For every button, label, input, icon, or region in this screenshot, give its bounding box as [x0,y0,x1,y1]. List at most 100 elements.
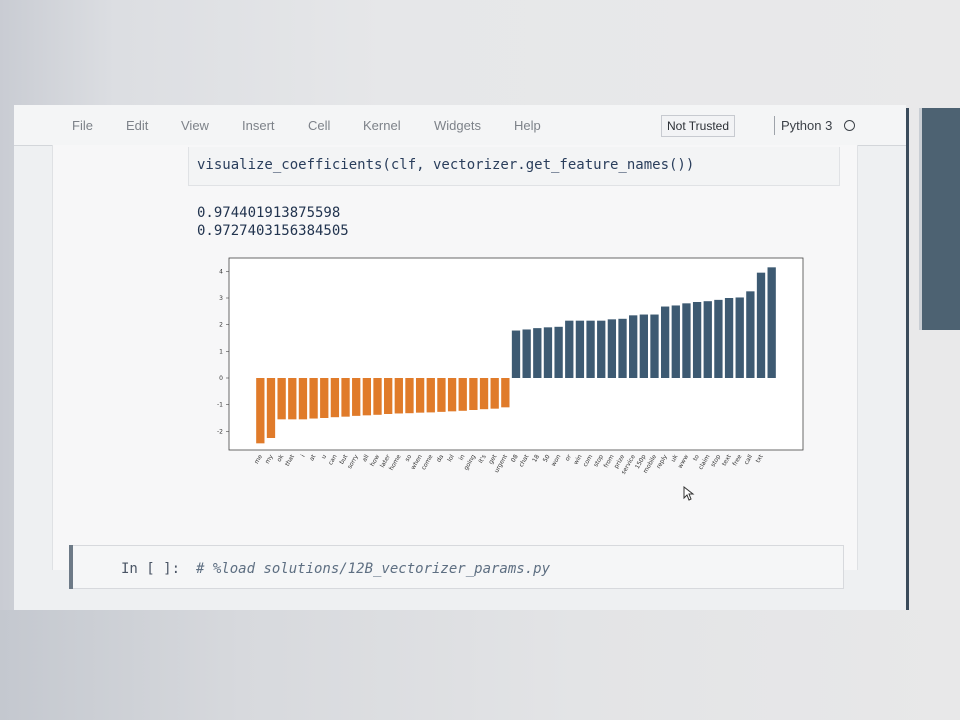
x-tick-label: my [264,453,275,465]
kernel-idle-circle-icon [844,120,855,131]
x-tick-label: at [308,453,317,462]
coefficient-bar [373,378,382,415]
x-tick-label: so [404,453,414,463]
coefficient-bar [330,378,340,418]
trust-status-badge[interactable]: Not Trusted [661,115,736,137]
coefficient-bar [586,320,595,378]
x-tick-label: lol [446,453,456,463]
input-cell[interactable]: In [ ]: # %load solutions/12B_vectorizer… [69,545,844,589]
coefficient-bar [437,378,446,412]
menu-cell[interactable]: Cell [308,118,330,133]
coefficient-bar [458,378,467,411]
x-tick-label: can [327,453,339,466]
x-tick-label: da [435,453,445,463]
coefficient-bar [320,378,329,418]
y-tick-label: 1 [219,348,223,355]
coefficient-bar [469,378,478,410]
coefficient-bar [352,378,361,416]
coefficient-bar [703,301,712,378]
x-tick-label: come [420,453,434,471]
coefficient-bar [597,320,606,378]
x-tick-label: call [743,453,754,466]
coefficient-bar [256,378,265,444]
code-cell-source[interactable]: visualize_coefficients(clf, vectorizer.g… [197,157,694,173]
x-tick-label: me [253,453,264,465]
menu-help[interactable]: Help [514,118,541,133]
coefficient-bar [522,329,531,378]
coefficient-bar [277,378,286,420]
coefficient-bar [767,267,776,378]
x-tick-label: or [564,453,573,462]
side-window-panel [922,108,960,330]
coefficient-bar [714,299,723,378]
coefficients-chart: 4 3 2 1 0 -1 -2 me my ok that i at u can but sorry all how… [193,252,833,492]
coefficient-bar [384,378,393,414]
coefficient-bar [288,378,297,420]
coefficient-bar [660,306,670,378]
coefficient-bar [341,378,350,417]
output-score-test: 0.9727403156384505 [197,223,349,239]
window-frame-edge [906,108,909,610]
x-tick-label: claim [697,453,711,471]
x-tick-label: it's [477,454,487,465]
menu-kernel[interactable]: Kernel [363,118,401,133]
kernel-name: Python 3 [781,118,833,133]
y-tick-label: 3 [219,295,223,302]
coefficient-bar [629,315,638,378]
coefficient-bar [415,378,425,413]
x-tick-label: all [361,453,371,463]
x-tick-label: won [550,453,562,467]
coefficient-bar [607,319,617,378]
input-cell-source[interactable]: # %load solutions/12B_vectorizer_params.… [196,561,550,577]
coefficient-bar [298,378,308,420]
menubar: File Edit View Insert Cell Kernel Widget… [14,105,906,146]
x-tick-label: txt [755,453,766,464]
input-prompt: In [ ]: [121,561,181,577]
x-tick-label: reply [655,453,669,470]
coefficient-bar [554,326,563,378]
x-tick-label: in [458,453,467,461]
x-tick-label: that [284,453,296,468]
x-tick-label: to [692,453,701,462]
coefficient-bar [309,378,318,419]
coefficient-bar [405,378,414,414]
x-tick-label: sorry [346,453,360,470]
coefficient-bar [756,272,766,378]
mouse-cursor-icon [683,486,695,501]
coefficient-bar [511,330,521,378]
coefficient-bar [362,378,372,416]
coefficient-bar [490,378,499,409]
coefficients-bar-chart: 43210-1-2me my okthat i at u can butsorry allhow… [217,257,804,476]
x-tick-label: 18 [531,453,541,463]
coefficient-bar [575,320,585,378]
x-tick-label: u [320,453,328,460]
coefficient-bar [501,378,510,408]
coefficient-bar [543,327,553,378]
menu-view[interactable]: View [181,118,209,133]
menu-file[interactable]: File [72,118,93,133]
coefficient-bar [394,378,403,414]
notebook-container: visualize_coefficients(clf, vectorizer.g… [52,145,858,589]
coefficient-bar [618,318,627,378]
coefficient-bar [479,378,489,410]
x-tick-label: i [300,453,307,458]
coefficient-bar [671,305,680,378]
notebook-window: File Edit View Insert Cell Kernel Widget… [14,105,906,610]
desktop-background-band [0,610,960,720]
coefficient-bar [650,314,659,378]
menu-widgets[interactable]: Widgets [434,118,481,133]
menu-edit[interactable]: Edit [126,118,148,133]
x-tick-label: stop [710,453,723,468]
coefficient-bar [692,302,702,378]
code-cell[interactable]: visualize_coefficients(clf, vectorizer.g… [188,147,840,186]
kernel-divider [774,116,775,135]
cell-selected-indicator [69,545,73,589]
x-tick-label: text [721,453,733,467]
x-tick-label: free [731,453,743,467]
coefficient-bar [735,297,744,378]
menu-insert[interactable]: Insert [242,118,275,133]
y-tick-label: -1 [217,402,223,409]
y-tick-label: -2 [217,428,223,435]
coefficient-bar [639,314,648,378]
coefficient-bar [447,378,457,412]
